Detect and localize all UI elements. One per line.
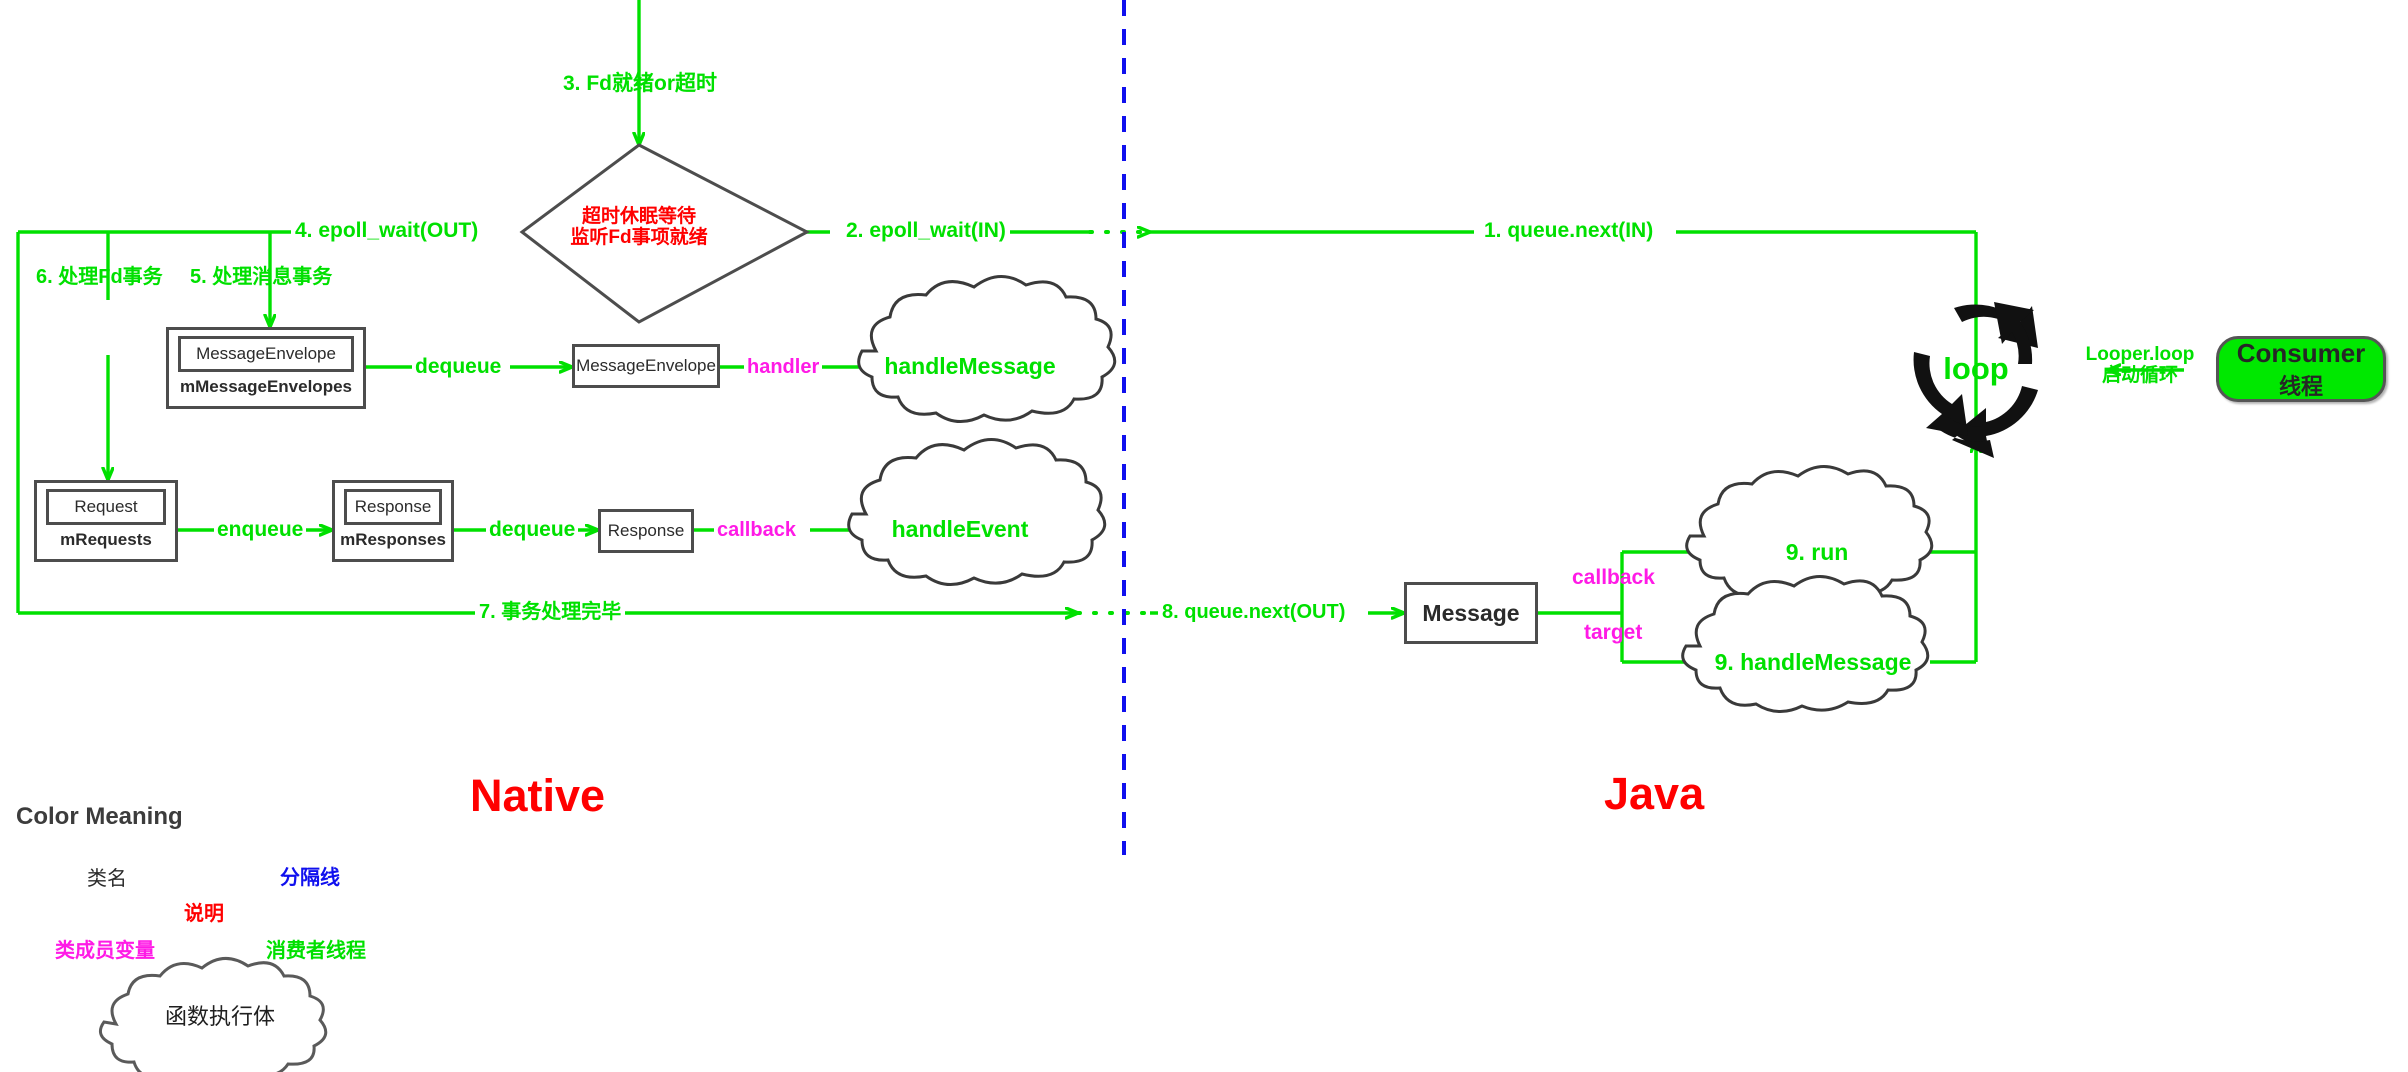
legend-item-explanation: 说明 bbox=[184, 903, 224, 925]
label-step8: 8. queue.next(OUT) bbox=[1158, 601, 1350, 624]
cloud-handle-message-java-shape bbox=[1681, 575, 1930, 713]
node-messageenvelope-single-label: MessageEnvelope bbox=[576, 356, 716, 375]
cloud-handle-event-shape bbox=[847, 438, 1107, 586]
label-step1: 1. queue.next(IN) bbox=[1480, 219, 1658, 243]
legend-item-member-variable: 类成员变量 bbox=[55, 940, 155, 962]
node-message-java-label: Message bbox=[1422, 599, 1520, 626]
cloud-run-label: 9. run bbox=[1785, 539, 1849, 565]
node-mrequests-label: mRequests bbox=[60, 530, 152, 549]
node-message-java: Message bbox=[1404, 582, 1538, 644]
label-dequeue-response: dequeue bbox=[486, 518, 579, 542]
label-looper-loop-cn: 启动循环 bbox=[2101, 365, 2178, 387]
node-mresponses-label: mResponses bbox=[340, 530, 446, 549]
cloud-handle-message-label: handleMessage bbox=[884, 353, 1056, 379]
node-messageenvelope-inner: MessageEnvelope bbox=[178, 336, 354, 372]
node-response-inner: Response bbox=[344, 489, 442, 525]
decision-text: 超时休眠等待 监听Fd事项就绪 bbox=[564, 206, 714, 249]
node-response-inner-label: Response bbox=[354, 497, 432, 516]
label-target-java: target bbox=[1584, 621, 1643, 644]
legend-title: Color Meaning bbox=[16, 803, 183, 830]
decision-text-line2: 监听Fd事项就绪 bbox=[570, 227, 708, 249]
cloud-handle-message-java-label: 9. handleMessage bbox=[1714, 649, 1912, 675]
node-mresponses-container: Response mResponses bbox=[332, 480, 454, 562]
node-mrequests-container: Request mRequests bbox=[34, 480, 178, 562]
node-mmessageenvelopes-container: MessageEnvelope mMessageEnvelopes bbox=[166, 327, 366, 409]
label-looper-loop-en: Looper.loop bbox=[2085, 344, 2195, 365]
flow-arrows-java bbox=[1150, 232, 2184, 664]
label-step5: 5. 处理消息事务 bbox=[190, 266, 333, 288]
label-step7: 7. 事务处理完毕 bbox=[475, 601, 626, 624]
label-loop: loop bbox=[1943, 351, 2009, 386]
node-request-inner-label: Request bbox=[74, 497, 138, 516]
cloud-handle-event-label: handleEvent bbox=[891, 516, 1029, 542]
node-consumer-thread: Consumer 线程 bbox=[2216, 336, 2386, 402]
legend-cloud-label: 函数执行体 bbox=[164, 1004, 275, 1029]
label-enqueue: enqueue bbox=[214, 518, 307, 542]
node-consumer-line2: 线程 bbox=[2278, 373, 2323, 399]
node-response-single-label: Response bbox=[607, 521, 685, 540]
decision-text-line1: 超时休眠等待 bbox=[581, 206, 696, 227]
label-step6: 6. 处理Fd事务 bbox=[36, 266, 163, 288]
side-label-native: Native bbox=[470, 770, 606, 821]
side-label-java: Java bbox=[1604, 768, 1705, 819]
node-response-single: Response bbox=[598, 509, 694, 553]
node-mmessageenvelopes-label: mMessageEnvelopes bbox=[180, 377, 352, 396]
diagram-canvas: 3. Fd就绪or超时 超时休眠等待 监听Fd事项就绪 4. epoll_wai… bbox=[0, 0, 2408, 1072]
cloud-handle-message-shape bbox=[857, 275, 1117, 423]
label-step3: 3. Fd就绪or超时 bbox=[563, 72, 718, 95]
label-callback-native: callback bbox=[714, 519, 799, 542]
node-messageenvelope-single: MessageEnvelope bbox=[572, 344, 720, 388]
label-looper-loop: Looper.loop 启动循环 bbox=[2072, 344, 2208, 387]
label-step2: 2. epoll_wait(IN) bbox=[842, 219, 1010, 243]
label-handler-member: handler bbox=[744, 356, 823, 379]
node-messageenvelope-inner-label: MessageEnvelope bbox=[196, 344, 336, 363]
node-request-inner: Request bbox=[46, 489, 166, 525]
node-consumer-line1: Consumer bbox=[2236, 337, 2366, 368]
label-callback-java: callback bbox=[1572, 566, 1655, 589]
legend-item-class-name: 类名 bbox=[87, 868, 127, 890]
legend-item-divider-line: 分隔线 bbox=[280, 867, 340, 889]
legend-item-consumer-thread: 消费者线程 bbox=[266, 940, 366, 962]
label-step4: 4. epoll_wait(OUT) bbox=[291, 219, 483, 243]
label-dequeue-message: dequeue bbox=[412, 355, 505, 379]
